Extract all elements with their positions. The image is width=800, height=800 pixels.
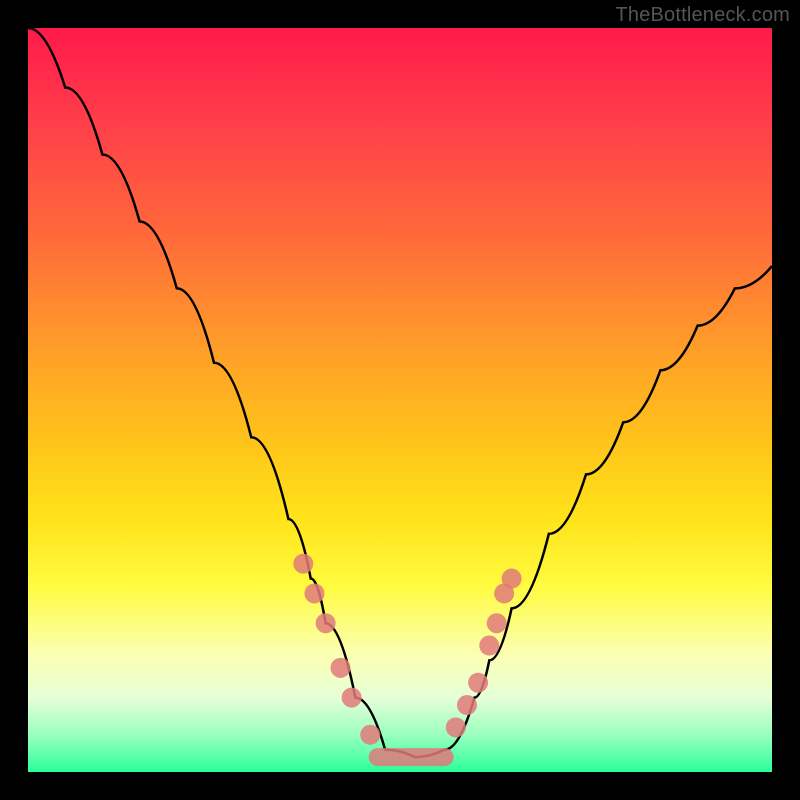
data-marker xyxy=(304,583,324,603)
marker-cluster-right xyxy=(446,569,522,738)
data-marker xyxy=(487,613,507,633)
data-marker xyxy=(360,725,380,745)
marker-cluster-left xyxy=(293,554,380,745)
watermark-text: TheBottleneck.com xyxy=(615,4,790,27)
data-marker xyxy=(330,658,350,678)
plot-area xyxy=(28,28,772,772)
data-marker xyxy=(457,695,477,715)
data-marker xyxy=(479,636,499,656)
bottleneck-curve xyxy=(28,28,772,757)
curve-layer xyxy=(28,28,772,772)
data-marker xyxy=(502,569,522,589)
data-marker xyxy=(446,717,466,737)
data-marker xyxy=(293,554,313,574)
data-marker xyxy=(468,673,488,693)
data-marker xyxy=(342,688,362,708)
data-marker xyxy=(316,613,336,633)
chart-frame: TheBottleneck.com xyxy=(0,0,800,800)
